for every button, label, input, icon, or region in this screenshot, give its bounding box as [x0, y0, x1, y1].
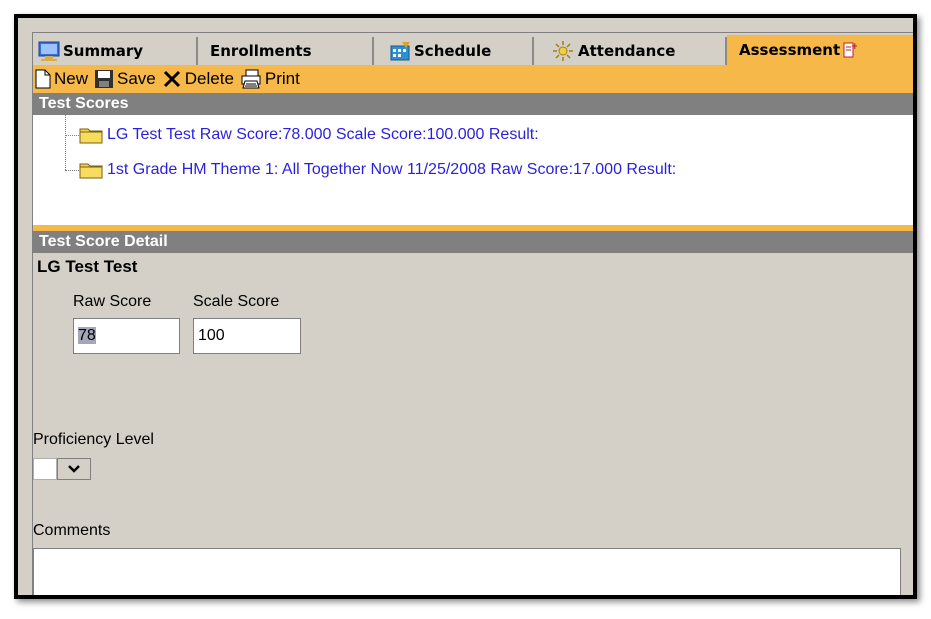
print-button-label: Print — [264, 69, 300, 88]
student-panel: Summary Enrollments Schedule Attendance … — [32, 32, 913, 595]
tab-bar: Summary Enrollments Schedule Attendance … — [33, 33, 913, 65]
dropdown-button[interactable] — [57, 458, 91, 480]
print-button[interactable]: Print — [240, 69, 300, 89]
raw-score-value: 78 — [78, 327, 96, 344]
new-document-icon — [35, 69, 51, 89]
tree-item-label: 1st Grade HM Theme 1: All Together Now 1… — [107, 161, 677, 178]
window-body: Summary Enrollments Schedule Attendance … — [18, 18, 913, 595]
tab-attendance-label: Attendance — [578, 42, 676, 60]
tree-item-label: LG Test Test Raw Score:78.000 Scale Scor… — [107, 126, 539, 143]
new-button[interactable]: New — [35, 69, 88, 89]
tab-attendance[interactable]: Attendance — [534, 37, 727, 65]
scale-score-label: Scale Score — [193, 293, 280, 310]
comments-field[interactable] — [33, 548, 901, 595]
window-frame: Summary Enrollments Schedule Attendance … — [14, 14, 917, 599]
new-button-label: New — [54, 69, 89, 88]
chevron-down-icon — [68, 465, 80, 473]
printer-icon — [241, 69, 261, 89]
delete-button-label: Delete — [184, 69, 234, 88]
test-score-detail-header: Test Score Detail — [33, 231, 913, 253]
tree-item[interactable]: 1st Grade HM Theme 1: All Together Now 1… — [79, 158, 676, 182]
folder-icon — [79, 128, 103, 144]
test-score-detail: LG Test Test Raw Score Scale Score 78 10… — [33, 253, 913, 595]
tab-enrollments-label: Enrollments — [210, 42, 312, 60]
proficiency-level-select[interactable] — [33, 458, 91, 480]
raw-score-field[interactable]: 78 — [73, 318, 180, 354]
attendance-icon — [553, 41, 573, 61]
schedule-icon — [390, 42, 410, 61]
tab-schedule[interactable]: Schedule — [374, 37, 534, 65]
tab-assessment-label: Assessment — [739, 41, 841, 59]
test-scores-header: Test Scores — [33, 93, 913, 115]
test-scores-tree: LG Test Test Raw Score:78.000 Scale Scor… — [33, 115, 913, 225]
tree-line — [65, 115, 66, 170]
svg-text:+: + — [851, 42, 857, 52]
save-disk-icon — [95, 70, 114, 88]
assessment-icon: + — [843, 42, 857, 58]
tab-summary[interactable]: Summary — [33, 37, 198, 65]
delete-x-icon — [163, 70, 180, 88]
summary-icon — [38, 41, 60, 61]
folder-icon — [79, 163, 103, 179]
tab-enrollments[interactable]: Enrollments — [198, 37, 374, 65]
tab-schedule-label: Schedule — [414, 42, 492, 60]
save-button[interactable]: Save — [94, 69, 156, 89]
tab-summary-label: Summary — [63, 42, 144, 60]
raw-score-label: Raw Score — [73, 293, 152, 310]
save-button-label: Save — [117, 69, 156, 88]
comments-label: Comments — [33, 522, 111, 539]
proficiency-level-label: Proficiency Level — [33, 431, 154, 448]
test-name: LG Test Test — [37, 257, 138, 276]
proficiency-level-value — [33, 458, 57, 480]
tree-item[interactable]: LG Test Test Raw Score:78.000 Scale Scor… — [79, 123, 539, 147]
scale-score-field[interactable]: 100 — [193, 318, 301, 354]
toolbar: New Save Delete Print — [33, 65, 913, 93]
scale-score-value: 100 — [198, 327, 225, 344]
delete-button[interactable]: Delete — [162, 69, 234, 89]
tab-assessment[interactable]: Assessment + — [727, 35, 913, 65]
